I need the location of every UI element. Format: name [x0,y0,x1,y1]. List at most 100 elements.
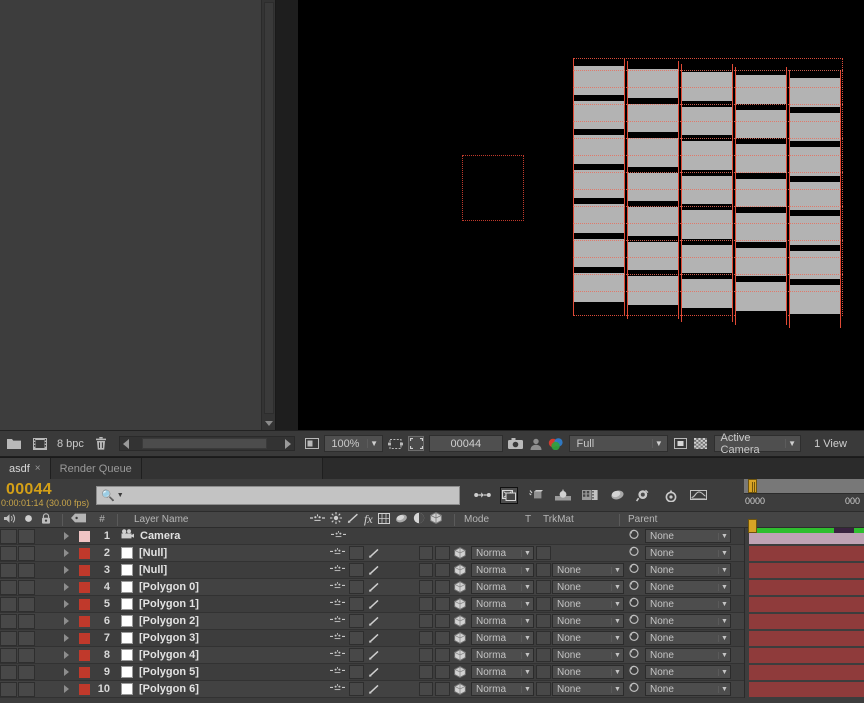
parent-select[interactable]: None ▼ [645,665,731,679]
mode-select[interactable]: Norma ▼ [471,546,534,560]
project-panel[interactable] [0,0,276,430]
motion-blur-switch[interactable] [435,682,450,696]
work-area-segment[interactable] [834,528,854,533]
chevron-down-icon[interactable]: ▼ [611,583,623,591]
motion-blur-switch[interactable] [435,580,450,594]
trkmat-cell[interactable]: None ▼ [552,614,624,628]
camera-icon[interactable] [507,436,523,451]
audio-toggle[interactable] [18,664,35,680]
work-area-green-left[interactable] [748,528,834,533]
parent-cell[interactable]: None ▼ [624,563,744,577]
av-switches[interactable] [0,562,58,578]
frame-blend-switch[interactable] [418,580,434,594]
motion-blur-switch[interactable] [435,648,450,662]
motion-blur-switch[interactable] [435,631,450,645]
parent-cell[interactable]: None ▼ [624,631,744,645]
chevron-down-icon[interactable]: ▼ [651,439,665,448]
adjustment-icon[interactable] [413,512,425,527]
time-ruler-header[interactable]: 0000 000 [744,479,864,511]
mode-select[interactable]: Norma ▼ [471,631,534,645]
three-d-icon[interactable] [429,512,442,527]
quality-icon[interactable] [366,633,382,644]
label-color-swatch[interactable] [75,632,93,644]
video-toggle[interactable] [0,528,17,544]
chevron-down-icon[interactable]: ▼ [117,492,124,499]
solo-icon[interactable] [24,514,33,526]
collapse-switch[interactable] [349,682,364,696]
motion-blur-switch[interactable] [435,597,450,611]
label-color-swatch[interactable] [75,649,93,661]
video-toggle[interactable] [0,596,17,612]
trkmat-select[interactable]: None ▼ [552,563,624,577]
video-toggle[interactable] [0,579,17,595]
video-toggle[interactable] [0,681,17,697]
expand-layer-triangle[interactable] [58,668,75,676]
trkmat-select[interactable]: None ▼ [552,631,624,645]
motion-blur-icon[interactable] [527,487,545,504]
audio-toggle[interactable] [18,562,35,578]
scroll-right-arrow-icon[interactable] [285,438,291,449]
layer-name-cell[interactable]: [Null] [115,547,328,559]
viewer-toolbar[interactable]: 100% ▼ 00044 Full ▼ Active Camera ▼ 1 Vi… [300,430,864,456]
motion-sketch-icon[interactable] [689,487,707,504]
region-crop-icon[interactable] [408,436,424,451]
motion-blur-switch[interactable] [435,546,450,560]
label-color-swatch[interactable] [75,615,93,627]
mode-cell[interactable]: Norma ▼ [468,648,534,662]
parent-select[interactable]: None ▼ [645,580,731,594]
work-area-bar[interactable] [744,528,864,533]
chevron-down-icon[interactable]: ▼ [611,617,623,625]
bit-depth-label[interactable]: 8 bpc [57,438,84,450]
scrollbar-thumb[interactable] [141,438,267,449]
trkmat-select[interactable]: None ▼ [552,580,624,594]
pick-whip-icon[interactable] [628,580,640,594]
layer-name-cell[interactable]: [Polygon 2] [115,615,328,627]
trkmat-select[interactable]: None ▼ [552,665,624,679]
parent-select[interactable]: None ▼ [645,529,731,543]
project-vertical-scrollbar[interactable] [261,0,275,430]
parent-cell[interactable]: None ▼ [624,614,744,628]
project-panel-body[interactable] [0,0,275,430]
chevron-down-icon[interactable]: ▼ [521,566,533,574]
layer-switches[interactable] [328,580,468,594]
table-row[interactable]: 4 [Polygon 0] Norma ▼ None ▼ None ▼ [0,578,864,596]
auto-keyframe-icon[interactable] [662,487,680,504]
shy-icon[interactable] [328,649,347,661]
quality-icon[interactable] [366,599,382,610]
pick-whip-icon[interactable] [628,546,640,560]
pick-whip-icon[interactable] [628,563,640,577]
project-horizontal-scrollbar[interactable] [118,436,295,451]
preserve-transparency-switch[interactable] [535,665,551,679]
chevron-down-icon[interactable]: ▼ [521,668,533,676]
av-switches[interactable] [0,630,58,646]
chevron-down-icon[interactable]: ▼ [611,668,623,676]
frame-blend-switch[interactable] [418,614,434,628]
motion-blur-switch[interactable] [435,665,450,679]
t-column-header[interactable]: T [525,514,543,525]
trkmat-select[interactable]: None ▼ [552,682,624,696]
expand-layer-triangle[interactable] [58,566,75,574]
composition-canvas[interactable] [298,0,864,430]
trkmat-cell[interactable]: None ▼ [552,580,624,594]
adjustment-icon[interactable] [608,487,626,504]
chevron-down-icon[interactable]: ▼ [521,634,533,642]
mode-select[interactable]: Norma ▼ [471,597,534,611]
preserve-transparency-switch[interactable] [535,631,551,645]
mode-cell[interactable]: Norma ▼ [468,665,534,679]
mode-select[interactable]: Norma ▼ [471,648,534,662]
collapse-switch[interactable] [349,614,364,628]
layer-name-cell[interactable]: [Polygon 5] [115,666,328,678]
audio-toggle[interactable] [18,579,35,595]
layer-switches[interactable] [328,631,468,645]
trkmat-cell[interactable]: None ▼ [552,665,624,679]
time-playhead[interactable] [748,479,757,493]
layer-duration-area[interactable] [744,595,864,613]
view-select[interactable]: Active Camera ▼ [713,432,802,456]
audio-toggle[interactable] [18,647,35,663]
layer-switches[interactable] [328,665,468,679]
label-color-swatch[interactable] [75,666,93,678]
chevron-down-icon[interactable]: ▼ [718,651,730,659]
trkmat-cell[interactable]: None ▼ [552,648,624,662]
parent-select[interactable]: None ▼ [645,597,731,611]
tab-asdf[interactable]: asdf × [0,458,51,479]
